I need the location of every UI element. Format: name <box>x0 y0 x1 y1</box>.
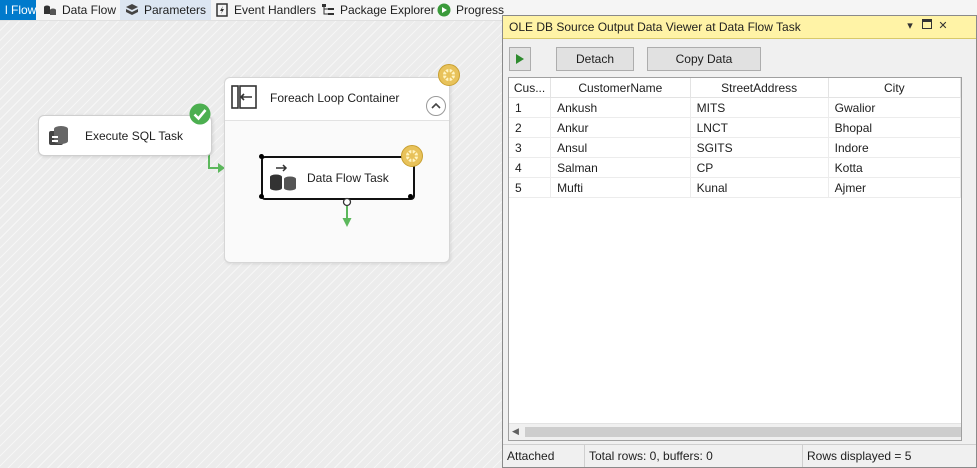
tab-progress[interactable]: Progress <box>432 0 509 20</box>
data-viewer-status-bar: Attached Total rows: 0, buffers: 0 Rows … <box>503 444 976 467</box>
selection-handle[interactable] <box>259 194 264 199</box>
table-cell: Kunal <box>690 177 829 198</box>
progress-icon <box>437 3 451 17</box>
tab-data-flow[interactable]: Data Flow <box>38 0 121 20</box>
scrollbar-thumb[interactable] <box>525 427 961 437</box>
maximize-icon[interactable] <box>920 19 934 33</box>
table-cell: Ankush <box>550 97 691 118</box>
tab-event-handlers-label: Event Handlers <box>234 3 317 17</box>
data-flow-task-icon <box>267 164 299 192</box>
data-viewer-window: OLE DB Source Output Data Viewer at Data… <box>502 15 977 468</box>
execute-sql-task-label: Execute SQL Task <box>85 128 184 143</box>
table-cell: Ansul <box>550 137 691 158</box>
execute-sql-icon <box>45 122 73 150</box>
data-grid-table: Cus... CustomerName StreetAddress City 1… <box>509 78 961 198</box>
copy-data-button-label: Copy Data <box>675 52 733 66</box>
table-row[interactable]: 2 Ankur LNCT Bhopal <box>509 117 961 138</box>
tab-parameters[interactable]: Parameters <box>120 0 212 20</box>
output-connector-arrow[interactable] <box>339 197 355 229</box>
table-cell: Salman <box>550 157 691 178</box>
detach-button-label: Detach <box>575 52 615 66</box>
column-header-customer-id[interactable]: Cus... <box>509 78 552 98</box>
status-total-rows: Total rows: 0, buffers: 0 <box>585 445 803 467</box>
table-cell: CP <box>690 157 829 178</box>
data-flow-task-label: Data Flow Task <box>307 171 389 185</box>
column-header-street-address[interactable]: StreetAddress <box>690 78 829 98</box>
table-cell: MITS <box>690 97 829 118</box>
table-cell: 2 <box>509 117 552 138</box>
success-check-icon <box>189 103 211 125</box>
table-row[interactable]: 5 Mufti Kunal Ajmer <box>509 177 961 198</box>
tab-event-handlers[interactable]: Event Handlers <box>210 0 321 20</box>
collapse-chevron-icon[interactable] <box>426 96 446 116</box>
table-cell: Bhopal <box>828 117 961 138</box>
table-row[interactable]: 3 Ansul SGITS Indore <box>509 137 961 158</box>
running-gear-icon <box>438 64 460 86</box>
tab-package-explorer[interactable]: Package Explorer <box>316 0 440 20</box>
scroll-left-icon[interactable]: ◀ <box>512 426 519 437</box>
table-row[interactable]: 4 Salman CP Kotta <box>509 157 961 178</box>
grid-header-row: Cus... CustomerName StreetAddress City <box>509 78 961 98</box>
table-cell: Ankur <box>550 117 691 138</box>
foreach-loop-label: Foreach Loop Container <box>270 91 400 105</box>
table-cell: Kotta <box>828 157 961 178</box>
running-gear-icon <box>401 145 423 167</box>
tab-data-flow-label: Data Flow <box>62 3 117 17</box>
table-cell: Gwalior <box>828 97 961 118</box>
data-viewer-title-bar[interactable]: OLE DB Source Output Data Viewer at Data… <box>503 16 976 39</box>
dropdown-arrow-icon[interactable]: ▾ <box>903 19 917 33</box>
data-flow-task[interactable]: Data Flow Task <box>261 156 415 200</box>
status-attached: Attached <box>503 445 585 467</box>
selection-handle[interactable] <box>259 154 264 159</box>
execute-sql-task[interactable]: Execute SQL Task <box>38 115 212 156</box>
table-cell: SGITS <box>690 137 829 158</box>
data-grid[interactable]: Cus... CustomerName StreetAddress City 1… <box>508 77 962 441</box>
table-row[interactable]: 1 Ankush MITS Gwalior <box>509 97 961 118</box>
package-explorer-icon <box>321 3 335 17</box>
column-header-city[interactable]: City <box>828 78 961 98</box>
tab-control-flow[interactable]: l Flow <box>0 0 36 20</box>
detach-button[interactable]: Detach <box>556 47 634 71</box>
close-icon[interactable]: ✕ <box>936 19 950 33</box>
selection-handle[interactable] <box>408 194 413 199</box>
tab-progress-label: Progress <box>456 3 505 17</box>
tab-control-flow-label: l Flow <box>5 3 37 17</box>
foreach-loop-icon <box>230 83 258 114</box>
data-viewer-title: OLE DB Source Output Data Viewer at Data… <box>509 20 801 34</box>
copy-data-button[interactable]: Copy Data <box>647 47 761 71</box>
table-cell: 5 <box>509 177 552 198</box>
status-rows-displayed: Rows displayed = 5 <box>807 449 912 463</box>
horizontal-scrollbar[interactable]: ◀ <box>509 423 961 440</box>
event-handlers-icon <box>215 3 229 17</box>
parameters-icon <box>125 3 139 17</box>
tab-parameters-label: Parameters <box>144 3 207 17</box>
data-flow-icon <box>43 3 57 17</box>
table-cell: 4 <box>509 157 552 178</box>
play-button[interactable] <box>509 47 531 71</box>
table-cell: Indore <box>828 137 961 158</box>
table-cell: 3 <box>509 137 552 158</box>
tab-package-explorer-label: Package Explorer <box>340 3 435 17</box>
table-cell: 1 <box>509 97 552 118</box>
table-cell: Ajmer <box>828 177 961 198</box>
column-header-customer-name[interactable]: CustomerName <box>550 78 691 98</box>
table-cell: Mufti <box>550 177 691 198</box>
play-icon <box>516 54 524 64</box>
foreach-loop-header: Foreach Loop Container <box>225 78 449 121</box>
table-cell: LNCT <box>690 117 829 138</box>
